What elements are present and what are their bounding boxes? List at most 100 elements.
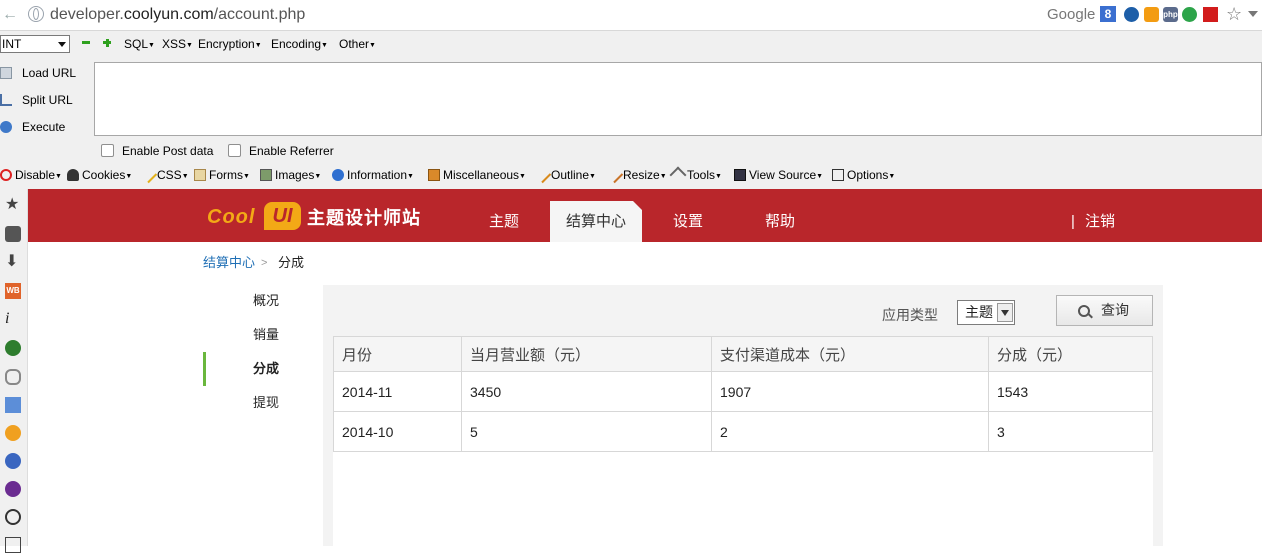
image-icon	[260, 169, 272, 181]
logout-link[interactable]: 注销	[1085, 212, 1115, 232]
table-row: 2014-11 3450 1907 1543	[333, 371, 1153, 412]
palette-icon[interactable]	[5, 509, 21, 525]
decrease-icon[interactable]	[82, 41, 90, 44]
information-menu[interactable]: Information▼	[332, 167, 414, 185]
int-select[interactable]: INT	[0, 35, 70, 53]
split-url-button[interactable]: Split URL	[0, 92, 73, 108]
subnav-withdraw[interactable]: 提现	[203, 386, 323, 420]
cursor-select-icon[interactable]	[5, 397, 21, 413]
moon-icon[interactable]	[1124, 7, 1139, 22]
revenue-share-table: 月份 当月营业额（元） 支付渠道成本（元） 分成（元） 2014-11 3450…	[333, 336, 1153, 452]
query-button-label: 查询	[1101, 302, 1129, 318]
flag-icon[interactable]	[1203, 7, 1218, 22]
cell-share: 1543	[988, 371, 1153, 412]
xss-menu[interactable]: XSS▼	[162, 36, 193, 54]
url-prefix: developer.	[50, 6, 124, 23]
load-url-icon	[0, 67, 12, 79]
nav-help[interactable]: 帮助	[765, 212, 795, 232]
subnav-sales[interactable]: 销量	[203, 318, 323, 352]
execute-button[interactable]: Execute	[0, 119, 65, 135]
url-textarea[interactable]	[94, 62, 1262, 136]
download-icon[interactable]: ⬇	[5, 254, 21, 270]
link-icon[interactable]	[5, 369, 21, 385]
options-icon	[832, 169, 844, 181]
star-icon[interactable]: ★	[5, 197, 21, 213]
nav-settlement-label[interactable]: 结算中心	[550, 212, 642, 232]
disable-menu[interactable]: Disable▼	[0, 167, 62, 185]
disable-icon	[0, 169, 12, 181]
cell-revenue: 3450	[461, 371, 712, 412]
execute-icon	[0, 121, 12, 133]
table-header-row: 月份 当月营业额（元） 支付渠道成本（元） 分成（元）	[333, 336, 1153, 372]
chevron-down-icon	[997, 303, 1013, 322]
globe-green-icon[interactable]	[5, 340, 21, 356]
url-field[interactable]: developer.coolyun.com/account.php	[50, 6, 305, 24]
images-menu[interactable]: Images▼	[260, 167, 321, 185]
increase-icon[interactable]	[103, 38, 111, 47]
search-engine-label[interactable]: Google	[1047, 6, 1095, 24]
enable-post-data-checkbox[interactable]: Enable Post data	[101, 144, 213, 158]
outline-menu[interactable]: Outline▼	[532, 164, 596, 185]
cell-month: 2014-10	[333, 411, 462, 452]
miscellaneous-menu[interactable]: Miscellaneous▼	[428, 167, 526, 185]
smiley-icon[interactable]	[5, 425, 21, 441]
app-type-value: 主题	[965, 304, 993, 320]
breadcrumb-separator: >	[261, 257, 268, 269]
other-menu[interactable]: Other▼	[339, 36, 376, 54]
virus-icon[interactable]	[5, 481, 21, 497]
app-type-select[interactable]: 主题	[957, 300, 1015, 325]
nav-settings[interactable]: 设置	[673, 212, 703, 232]
php-icon[interactable]: php	[1163, 7, 1178, 22]
enable-referrer-checkbox[interactable]: Enable Referrer	[228, 144, 334, 158]
logo-site-name[interactable]: 主题设计师站	[307, 206, 421, 230]
breadcrumb-parent[interactable]: 结算中心	[203, 255, 255, 271]
options-menu[interactable]: Options▼	[832, 167, 895, 185]
web-developer-toolbar: Disable▼ Cookies▼ CSS▼ Forms▼ Images▼ In…	[0, 163, 1262, 189]
encryption-menu[interactable]: Encryption▼	[198, 36, 262, 54]
resize-menu[interactable]: Resize▼	[604, 164, 667, 185]
cell-cost: 1907	[711, 371, 989, 412]
shield-extension-icon[interactable]	[1144, 7, 1159, 22]
extension-sidebar: ★ ⬇ WB i	[0, 189, 28, 553]
query-button[interactable]: 查询	[1056, 295, 1153, 326]
subnav-overview[interactable]: 概况	[203, 284, 323, 318]
terminal-icon	[734, 169, 746, 181]
tools-icon	[669, 166, 687, 184]
logout-separator: |	[1071, 213, 1075, 230]
cell-month: 2014-11	[333, 371, 462, 412]
forms-menu[interactable]: Forms▼	[194, 167, 250, 185]
logo-ui-badge[interactable]: UI	[264, 202, 301, 230]
puzzle-icon[interactable]	[5, 226, 21, 242]
italic-info-icon[interactable]: i	[5, 311, 21, 327]
cookies-menu[interactable]: Cookies▼	[67, 167, 132, 185]
search-icon	[1078, 305, 1090, 317]
int-select-value: INT	[2, 37, 22, 51]
address-bar: ← developer.coolyun.com/account.php Goog…	[0, 0, 1262, 31]
subnav-revenue-share[interactable]: 分成	[203, 352, 323, 386]
col-month: 月份	[333, 336, 462, 372]
nav-theme[interactable]: 主题	[489, 212, 519, 232]
refresh-extension-icon[interactable]	[1182, 7, 1197, 22]
breadcrumb-current: 分成	[278, 255, 305, 270]
back-arrow-icon[interactable]: ←	[2, 6, 18, 24]
star-icon[interactable]: ☆	[1226, 4, 1242, 24]
swirl-icon[interactable]	[5, 453, 21, 469]
col-channel-cost: 支付渠道成本（元）	[711, 336, 989, 372]
tools-menu[interactable]: Tools▼	[669, 166, 722, 185]
page-icon[interactable]	[5, 537, 21, 553]
weibo-icon[interactable]: WB	[5, 283, 21, 299]
encoding-menu[interactable]: Encoding▼	[271, 36, 328, 54]
logo-cool-text[interactable]: Cool	[207, 205, 255, 229]
globe-icon	[28, 6, 44, 22]
load-url-button[interactable]: Load URL	[0, 65, 76, 81]
url-path: /account.php	[213, 6, 306, 23]
google-icon[interactable]: 8	[1100, 6, 1116, 22]
info-icon	[332, 169, 344, 181]
css-menu[interactable]: CSS▼	[138, 164, 189, 185]
user-icon	[67, 169, 79, 181]
sql-menu[interactable]: SQL▼	[124, 36, 155, 54]
view-source-menu[interactable]: View Source▼	[734, 167, 823, 185]
chevron-down-icon[interactable]	[1248, 11, 1258, 17]
clipboard-icon	[194, 169, 206, 181]
cell-revenue: 5	[461, 411, 712, 452]
